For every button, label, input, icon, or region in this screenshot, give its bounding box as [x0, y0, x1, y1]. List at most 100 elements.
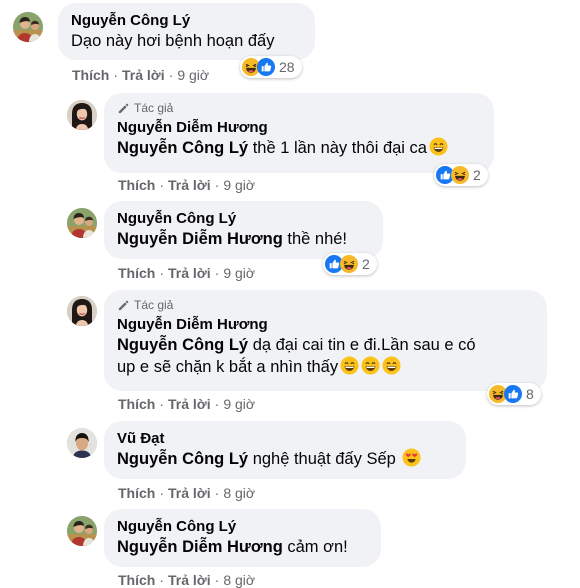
like-link[interactable]: Thích [118, 265, 155, 281]
mention-tag[interactable]: Nguyễn Công Lý [117, 450, 248, 468]
pencil-icon [117, 299, 130, 312]
separator-dot: · [168, 67, 174, 83]
separator-dot: · [159, 177, 165, 193]
like-icon [504, 385, 522, 403]
grin-icon [382, 356, 401, 375]
comment-author-name[interactable]: Nguyễn Diễm Hương [117, 315, 534, 334]
reply-link[interactable]: Trả lời [122, 67, 165, 83]
comment-bubble: Nguyễn Công Lý Nguyễn Diễm Hương thề nhé… [104, 201, 383, 259]
like-link[interactable]: Thích [72, 67, 109, 83]
like-link[interactable]: Thích [118, 572, 155, 588]
comment-bubble: Nguyễn Công Lý Dạo này hơi bệnh hoạn đấy [58, 3, 315, 60]
comment-bubble: Tác giả Nguyễn Diễm Hương Nguyễn Công Lý… [104, 93, 494, 173]
reply-link[interactable]: Trả lời [168, 265, 211, 281]
reaction-count: 8 [526, 386, 534, 402]
mention-tag[interactable]: Nguyễn Công Lý [117, 139, 248, 157]
heart-eyes-icon [402, 448, 421, 467]
reaction-count: 2 [473, 167, 481, 183]
separator-dot: · [159, 265, 165, 281]
mention-tag[interactable]: Nguyễn Công Lý [117, 336, 248, 354]
avatar-image [67, 100, 97, 130]
reaction-summary[interactable]: 28 [240, 56, 302, 78]
comment-text-line: up e sẽ chặn k bắt a nhìn thấy [117, 356, 534, 378]
comment-actions: Thích · Trả lời · 9 giờ [118, 177, 255, 193]
comment-text: up e sẽ chặn k bắt a nhìn thấy [117, 358, 339, 376]
grin-icon [340, 356, 359, 375]
mention-tag[interactable]: Nguyễn Diễm Hương [117, 538, 283, 556]
mention-tag[interactable]: Nguyễn Diễm Hương [117, 230, 283, 248]
comment-timestamp[interactable]: 9 giờ [223, 265, 255, 281]
comment-author-name[interactable]: Vũ Đạt [117, 429, 453, 448]
comment-actions: Thích · Trả lời · 8 giờ [118, 572, 255, 588]
avatar-image [67, 208, 97, 238]
separator-dot: · [214, 265, 220, 281]
comment-actions: Thích · Trả lời · 9 giờ [118, 265, 255, 281]
comment-timestamp[interactable]: 9 giờ [223, 396, 255, 412]
comment-actions: Thích · Trả lời · 9 giờ [118, 396, 255, 412]
comment-actions: Thích · Trả lời · 9 giờ [72, 67, 209, 83]
avatar[interactable] [67, 100, 97, 130]
comment-text: thề nhé! [287, 230, 348, 248]
like-link[interactable]: Thích [118, 396, 155, 412]
avatar-image [13, 12, 43, 42]
comment-text-line: Nguyễn Công Lý nghệ thuật đấy Sếp [117, 448, 453, 470]
author-badge: Tác giả [117, 101, 481, 115]
comment-timestamp[interactable]: 8 giờ [223, 572, 255, 588]
author-badge-label: Tác giả [134, 101, 174, 115]
comment-bubble: Nguyễn Công Lý Nguyễn Diễm Hương cảm ơn! [104, 509, 381, 567]
reaction-summary[interactable]: 2 [434, 164, 488, 186]
like-icon [257, 58, 275, 76]
avatar[interactable] [67, 208, 97, 238]
separator-dot: · [214, 396, 220, 412]
comment-author-name[interactable]: Nguyễn Diễm Hương [117, 118, 481, 137]
reaction-count: 28 [279, 59, 295, 75]
comment-text-line: Nguyễn Diễm Hương cảm ơn! [117, 536, 368, 558]
separator-dot: · [159, 396, 165, 412]
comment-author-name[interactable]: Nguyễn Công Lý [117, 517, 368, 536]
comment-author-name[interactable]: Nguyễn Công Lý [117, 209, 370, 228]
reply-link[interactable]: Trả lời [168, 177, 211, 193]
avatar[interactable] [67, 296, 97, 326]
avatar-image [67, 296, 97, 326]
avatar-image [67, 516, 97, 546]
separator-dot: · [159, 485, 165, 501]
comment-timestamp[interactable]: 8 giờ [223, 485, 255, 501]
separator-dot: · [214, 572, 220, 588]
comment-bubble: Tác giả Nguyễn Diễm Hương Nguyễn Công Lý… [104, 290, 547, 391]
avatar[interactable] [67, 428, 97, 458]
comment-author-name[interactable]: Nguyễn Công Lý [71, 11, 302, 30]
reply-link[interactable]: Trả lời [168, 485, 211, 501]
author-badge-label: Tác giả [134, 298, 174, 312]
comment-text: Dạo này hơi bệnh hoạn đấy [71, 32, 275, 50]
haha-icon [451, 166, 469, 184]
comment-text-line: Nguyễn Công Lý dạ đại cai tin e đi.Lần s… [117, 334, 534, 356]
comment-actions: Thích · Trả lời · 8 giờ [118, 485, 255, 501]
pencil-icon [117, 102, 130, 115]
separator-dot: · [113, 67, 119, 83]
avatar-image [67, 428, 97, 458]
avatar[interactable] [67, 516, 97, 546]
reply-link[interactable]: Trả lời [168, 396, 211, 412]
separator-dot: · [214, 485, 220, 501]
comment-timestamp[interactable]: 9 giờ [177, 67, 209, 83]
like-link[interactable]: Thích [118, 485, 155, 501]
avatar[interactable] [13, 12, 43, 42]
comment-timestamp[interactable]: 9 giờ [223, 177, 255, 193]
like-link[interactable]: Thích [118, 177, 155, 193]
separator-dot: · [214, 177, 220, 193]
separator-dot: · [159, 572, 165, 588]
comment-bubble: Vũ Đạt Nguyễn Công Lý nghệ thuật đấy Sếp [104, 421, 466, 479]
comment-text-line: Nguyễn Diễm Hương thề nhé! [117, 228, 370, 250]
haha-icon [340, 255, 358, 273]
comment-text: dạ đại cai tin e đi.Lần sau e có [252, 336, 476, 354]
reaction-count: 2 [362, 256, 370, 272]
comment-text: cảm ơn! [287, 538, 348, 556]
reaction-summary[interactable]: 2 [323, 253, 377, 275]
comment-text: nghệ thuật đấy Sếp [252, 450, 396, 468]
author-badge: Tác giả [117, 298, 534, 312]
grin-icon [361, 356, 380, 375]
comment-text: thề 1 lần này thôi đại ca [252, 139, 427, 157]
comment-text-line: Nguyễn Công Lý thề 1 lần này thôi đại ca [117, 137, 481, 159]
reply-link[interactable]: Trả lời [168, 572, 211, 588]
reaction-summary[interactable]: 8 [487, 383, 541, 405]
